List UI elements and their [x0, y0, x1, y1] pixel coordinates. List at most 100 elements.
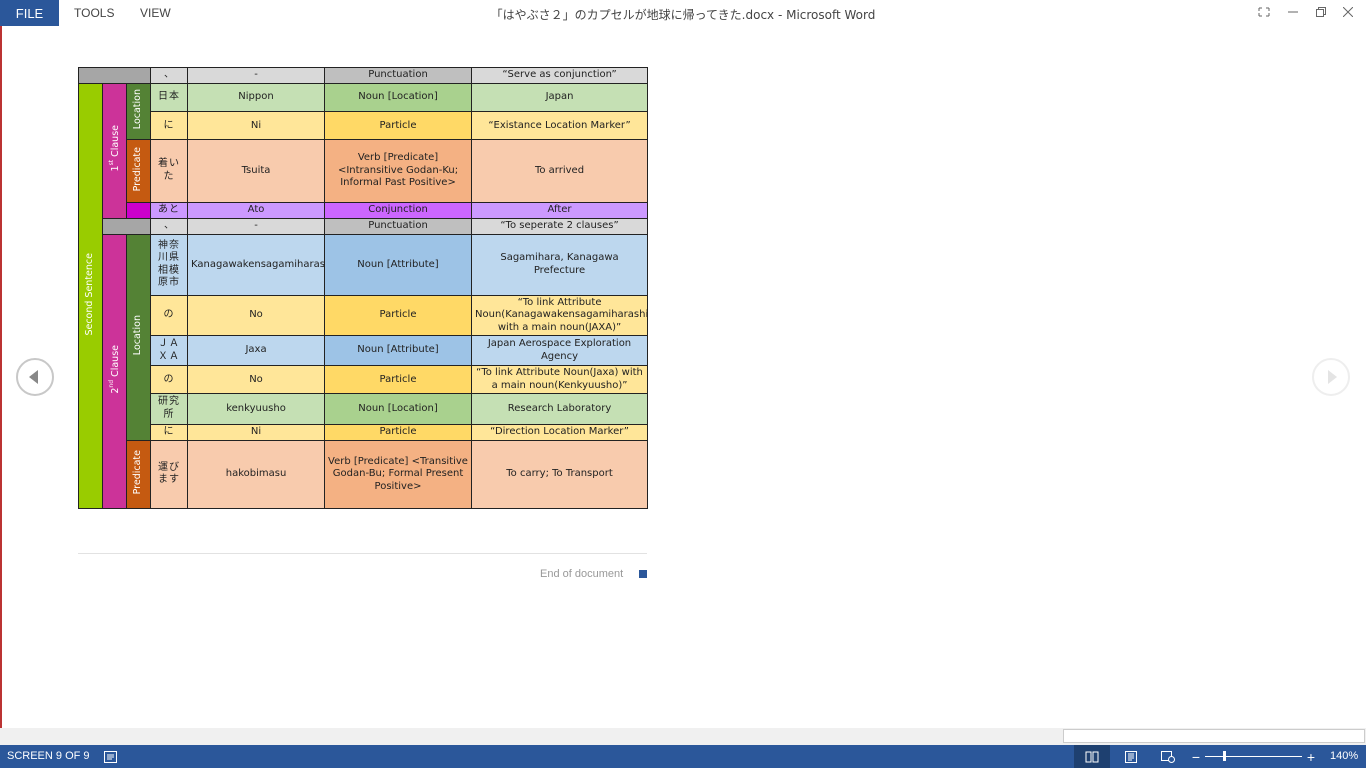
word-cell: に	[150, 423, 189, 441]
pos-cell: Punctuation	[324, 66, 473, 85]
second-clause-label: 2nd Clause	[102, 233, 127, 510]
meaning-cell: “To link Attribute Noun(Kanagawakensagam…	[471, 294, 649, 337]
word-cell: あと	[150, 201, 189, 219]
romaji-cell: No	[187, 294, 326, 337]
location-label: Location	[125, 233, 152, 441]
word-cell: の	[150, 365, 189, 395]
table-row: に Ni Particle “Existance Location Marker…	[79, 111, 649, 141]
pos-cell: Noun [Location]	[324, 393, 473, 425]
romaji-cell: hakobimasu	[187, 439, 326, 510]
table-row: 、 - Punctuation “Serve as conjunction”	[77, 66, 649, 85]
second-sentence-label: Second Sentence	[78, 83, 103, 509]
end-of-document-label: End of document	[540, 568, 624, 580]
meaning-cell: Japan Aerospace Exploration Agency	[471, 335, 649, 367]
table-row: の No Particle “To link Attribute Noun(Ja…	[79, 365, 649, 395]
table-row: Second Sentence 1st Clause Location 日本 N…	[78, 83, 649, 509]
meaning-cell: After	[471, 201, 649, 219]
close-icon[interactable]	[1338, 3, 1358, 21]
pos-cell: Noun [Attribute]	[324, 335, 473, 367]
pos-cell: Noun [Attribute]	[324, 233, 473, 296]
previous-screen-button[interactable]	[16, 358, 54, 396]
pos-cell: Particle	[324, 365, 473, 395]
pos-cell: Noun [Location]	[324, 83, 473, 113]
predicate-label: Predicate	[125, 139, 152, 203]
chevron-right-icon	[1328, 370, 1337, 384]
table-row: 研究所 kenkyuusho Noun [Location] Research …	[79, 393, 649, 425]
window-title: 「はやぶさ２」のカプセルが地球に帰ってきた.docx - Microsoft W…	[490, 8, 876, 22]
grammar-table: 、 - Punctuation “Serve as conjunction” S…	[77, 66, 649, 510]
end-of-document-marker	[639, 570, 647, 578]
pos-cell: Verb [Predicate] <Transitive Godan-Bu; F…	[324, 439, 473, 510]
meaning-cell: Japan	[471, 83, 649, 113]
word-cell: に	[150, 111, 189, 141]
row-label-cell	[77, 66, 152, 85]
word-cell: 、	[150, 217, 189, 235]
table-row: ＪＡＸＡ Jaxa Noun [Attribute] Japan Aerospa…	[79, 335, 649, 367]
meaning-cell: “To seperate 2 clauses”	[471, 217, 649, 235]
meaning-cell: “To link Attribute Noun(Jaxa) with a mai…	[471, 365, 649, 395]
meaning-cell: To carry; To Transport	[471, 439, 649, 510]
table-row: 、 - Punctuation “To seperate 2 clauses”	[79, 217, 649, 235]
romaji-cell: Kanagawakensagamiharashi	[187, 233, 326, 296]
zoom-out-icon[interactable]: −	[1189, 749, 1203, 765]
meaning-cell: Sagamihara, Kanagawa Prefecture	[471, 233, 649, 296]
status-bar: SCREEN 9 OF 9 − + 140%	[0, 745, 1366, 768]
restore-icon[interactable]	[1311, 3, 1331, 21]
fullscreen-icon[interactable]	[1254, 3, 1274, 21]
pos-cell: Punctuation	[324, 217, 473, 235]
table-row: 2nd Clause Location 神奈川県相模原市 Kanagawaken…	[79, 233, 649, 510]
word-cell: 神奈川県相模原市	[150, 233, 189, 296]
romaji-cell: kenkyuusho	[187, 393, 326, 425]
meaning-cell: “Serve as conjunction”	[471, 66, 649, 85]
screen-indicator[interactable]: SCREEN 9 OF 9	[7, 750, 90, 762]
next-screen-button[interactable]	[1312, 358, 1350, 396]
pos-cell: Particle	[324, 111, 473, 141]
pos-cell: Conjunction	[324, 201, 473, 219]
chevron-left-icon	[29, 370, 38, 384]
romaji-cell: Ni	[187, 423, 326, 441]
zoom-in-icon[interactable]: +	[1304, 749, 1318, 765]
web-layout-icon[interactable]	[1161, 750, 1175, 763]
word-cell: 着いた	[150, 139, 189, 203]
meaning-cell: “Direction Location Marker”	[471, 423, 649, 441]
pos-cell: Particle	[324, 423, 473, 441]
romaji-cell: Ato	[187, 201, 326, 219]
minimize-icon[interactable]	[1283, 3, 1303, 21]
pos-cell: Verb [Predicate] <Intransitive Godan-Ku;…	[324, 139, 473, 203]
zoom-slider-thumb[interactable]	[1223, 751, 1226, 761]
table-row: Predicate 運びます hakobimasu Verb [Predicat…	[79, 439, 649, 510]
meaning-cell: “Existance Location Marker”	[471, 111, 649, 141]
pos-cell: Particle	[324, 294, 473, 337]
romaji-cell: Nippon	[187, 83, 326, 113]
romaji-cell: Tsuita	[187, 139, 326, 203]
word-cell: 、	[150, 66, 189, 85]
zoom-slider[interactable]	[1205, 756, 1302, 757]
conjunction-marker-cell	[125, 201, 152, 219]
location-label: Location	[125, 83, 152, 141]
word-cell: 日本	[150, 83, 189, 113]
title-bar: FILE TOOLS VIEW 「はやぶさ２」のカプセルが地球に帰ってきた.do…	[0, 0, 1366, 26]
first-clause-label: 1st Clause	[102, 83, 127, 219]
romaji-cell: -	[187, 66, 326, 85]
word-cell: ＪＡＸＡ	[150, 335, 189, 367]
romaji-cell: -	[187, 217, 326, 235]
word-cell: 研究所	[150, 393, 189, 425]
romaji-cell: Ni	[187, 111, 326, 141]
table-row: Predicate 着いた Tsuita Verb [Predicate] <I…	[79, 139, 649, 203]
zoom-level[interactable]: 140%	[1330, 750, 1358, 762]
word-cell: 運びます	[150, 439, 189, 510]
table-row: の No Particle “To link Attribute Noun(Ka…	[79, 294, 649, 337]
scrollbar-thumb[interactable]	[1063, 729, 1365, 743]
table-row: に Ni Particle “Direction Location Marker…	[79, 423, 649, 441]
predicate-label: Predicate	[125, 439, 152, 510]
print-layout-icon[interactable]	[1124, 750, 1138, 763]
table-row: あと Ato Conjunction After	[79, 201, 649, 219]
word-cell: の	[150, 294, 189, 337]
end-divider	[78, 553, 647, 554]
meaning-cell: Research Laboratory	[471, 393, 649, 425]
track-changes-icon[interactable]	[103, 750, 117, 763]
meaning-cell: To arrived	[471, 139, 649, 203]
read-mode-icon[interactable]	[1074, 745, 1110, 768]
row-label-cell	[101, 217, 152, 235]
romaji-cell: Jaxa	[187, 335, 326, 367]
